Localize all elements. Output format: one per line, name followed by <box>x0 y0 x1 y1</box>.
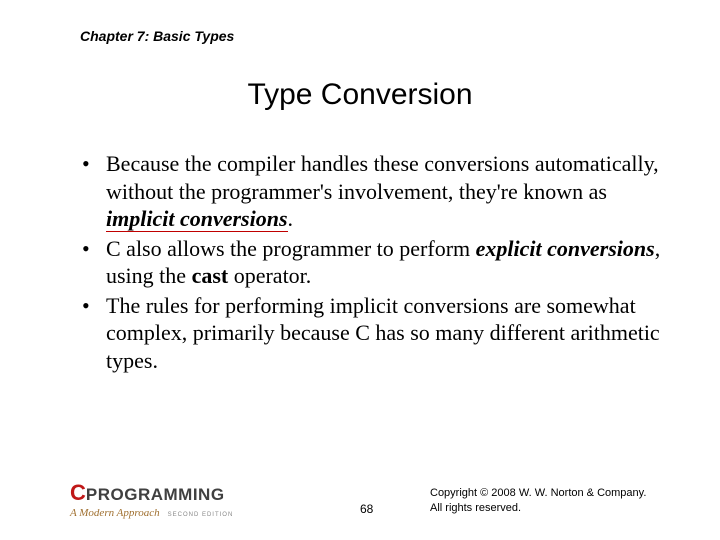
term-implicit-conversions: implicit conversions <box>106 206 288 232</box>
footer: C PROGRAMMING A Modern Approach SECOND E… <box>70 482 670 520</box>
bullet-item: • C also allows the programmer to perfor… <box>82 235 662 290</box>
logo-programming: PROGRAMMING <box>86 486 225 503</box>
term-cast: cast <box>192 263 229 288</box>
bullet-text: C also allows the programmer to perform … <box>106 235 662 290</box>
bullet-text: The rules for performing implicit conver… <box>106 292 662 375</box>
text-segment: The rules for performing implicit conver… <box>106 293 660 373</box>
book-logo: C PROGRAMMING A Modern Approach SECOND E… <box>70 482 233 520</box>
logo-edition: SECOND EDITION <box>168 512 234 518</box>
text-segment: . <box>288 206 294 231</box>
content-area: • Because the compiler handles these con… <box>82 150 662 376</box>
bullet-text: Because the compiler handles these conve… <box>106 150 662 233</box>
logo-c-letter: C <box>70 482 85 504</box>
bullet-marker: • <box>82 235 106 290</box>
copyright-line: Copyright © 2008 W. W. Norton & Company. <box>430 486 670 501</box>
copyright-line: All rights reserved. <box>430 501 670 516</box>
logo-top-row: C PROGRAMMING <box>70 482 233 504</box>
bullet-item: • Because the compiler handles these con… <box>82 150 662 233</box>
term-explicit-conversions: explicit conversions <box>476 236 655 261</box>
logo-bottom-row: A Modern Approach SECOND EDITION <box>70 504 233 520</box>
text-segment: Because the compiler handles these conve… <box>106 151 659 204</box>
copyright-block: Copyright © 2008 W. W. Norton & Company.… <box>430 486 670 516</box>
page-title: Type Conversion <box>0 78 720 112</box>
chapter-heading: Chapter 7: Basic Types <box>80 28 234 44</box>
bullet-marker: • <box>82 150 106 233</box>
bullet-marker: • <box>82 292 106 375</box>
text-segment: C also allows the programmer to perform <box>106 236 476 261</box>
bullet-item: • The rules for performing implicit conv… <box>82 292 662 375</box>
page-number: 68 <box>360 502 373 516</box>
logo-subtitle: A Modern Approach <box>70 507 160 519</box>
text-segment: operator. <box>228 263 311 288</box>
